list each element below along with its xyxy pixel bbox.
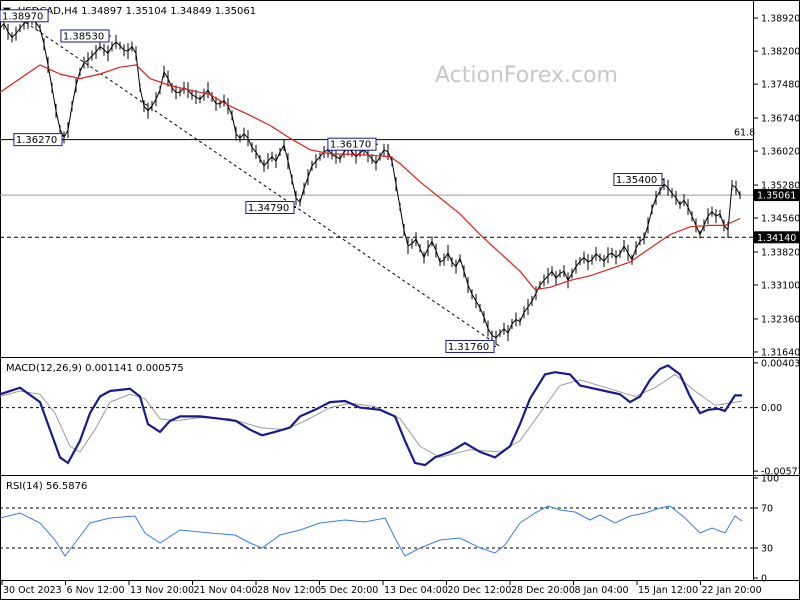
time-tick-label: 28 Nov 12:00 (257, 585, 321, 596)
time-tick-label: 5 Dec 20:00 (321, 585, 379, 596)
symbol-header: USDCAD,H4 1.34897 1.35104 1.34849 1.3506… (18, 6, 256, 17)
price-tick-label: 1.38920 (761, 14, 800, 25)
rsi-tick-label: 70 (761, 504, 773, 515)
macd-tick-label: 0.00 (761, 403, 782, 414)
time-tick-label: 13 Nov 20:00 (130, 585, 194, 596)
price-tick-label: 1.33100 (761, 280, 800, 291)
annotation-label: 1.31760 (448, 342, 489, 353)
time-tick-label: 22 Jan 20:00 (702, 585, 762, 596)
time-tick-label: 21 Nov 04:00 (194, 585, 258, 596)
annotation-label: 1.34790 (248, 203, 289, 214)
chart-frame (0, 0, 800, 600)
time-tick-label: 28 Dec 20:00 (511, 585, 575, 596)
rsi-tick-label: 30 (761, 544, 773, 555)
price-tick-label: 1.32360 (761, 314, 800, 325)
time-tick-label: 8 Jan 04:00 (575, 585, 629, 596)
rsi-tick-label: 0 (761, 574, 767, 585)
watermark: ActionForex.com (435, 63, 618, 88)
price-tick-label: 1.36740 (761, 114, 800, 125)
price-tick-label: 1.37480 (761, 80, 800, 91)
macd-tick-label: 0.004038 (761, 358, 800, 369)
time-tick-label: 13 Dec 04:00 (384, 585, 448, 596)
time-tick-label: 15 Jan 12:00 (638, 585, 698, 596)
forex-chart[interactable]: ▼ USDCAD,H4 1.34897 1.35104 1.34849 1.35… (0, 0, 800, 600)
annotation-label: 1.38970 (2, 11, 43, 22)
current-price-badge-label: 1.35061 (757, 191, 796, 202)
rsi-tick-label: 100 (761, 474, 779, 485)
time-tick-label: 30 Oct 2023 (3, 585, 62, 596)
support-price-badge-label: 1.34140 (757, 233, 796, 244)
annotation-label: 1.38530 (63, 31, 104, 42)
price-tick-label: 1.38200 (761, 47, 800, 58)
time-tick-label: 6 Nov 12:00 (67, 585, 125, 596)
price-tick-label: 1.33820 (761, 247, 800, 258)
price-tick-label: 1.34560 (761, 214, 800, 225)
annotation-label: 1.36170 (330, 140, 371, 151)
annotation-label: 1.35400 (616, 175, 657, 186)
price-tick-label: 1.36020 (761, 147, 800, 158)
annotation-label: 1.36270 (16, 135, 57, 146)
rsi-title: RSI(14) 56.5876 (6, 481, 87, 492)
price-tick-label: 1.31640 (761, 347, 800, 358)
macd-title: MACD(12,26,9) 0.001141 0.000575 (6, 363, 184, 374)
time-tick-label: 20 Dec 12:00 (448, 585, 512, 596)
fib-level-label: 61.8 (734, 128, 755, 139)
